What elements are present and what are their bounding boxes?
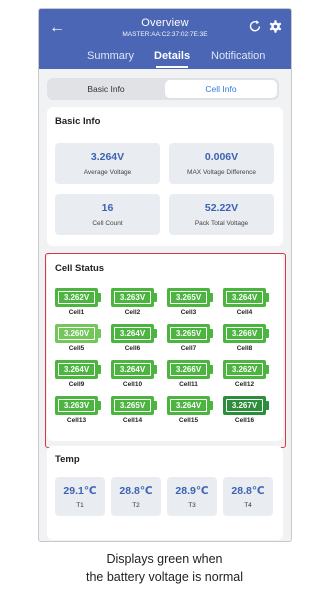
- gear-icon[interactable]: [269, 20, 282, 33]
- average-voltage-stat: 3.264V Average Voltage: [55, 143, 160, 184]
- refresh-icon[interactable]: [248, 19, 262, 33]
- basic-info-title: Basic Info: [55, 116, 101, 127]
- active-tab-indicator: [156, 66, 188, 68]
- temp-label: T1: [76, 502, 84, 509]
- max-voltage-difference-stat: 0.006V MAX Voltage Difference: [169, 143, 274, 184]
- temp-title: Temp: [55, 454, 80, 465]
- temp-value: 28.8℃: [231, 485, 265, 497]
- caption-line-2: the battery voltage is normal: [85, 570, 244, 584]
- segment-basic-info[interactable]: Basic Info: [49, 80, 163, 98]
- temp-sensor-t3: 28.9℃ T3: [167, 477, 217, 516]
- stat-value: 0.006V: [204, 151, 239, 163]
- stat-label: Pack Total Voltage: [194, 220, 249, 227]
- cell-count-stat: 16 Cell Count: [55, 194, 160, 235]
- basic-info-card: Basic Info 3.264V Average Voltage 0.006V…: [47, 107, 283, 246]
- temp-value: 29.1℃: [63, 485, 97, 497]
- temp-value: 28.8℃: [119, 485, 153, 497]
- temp-sensor-t1: 29.1℃ T1: [55, 477, 105, 516]
- stat-label: Average Voltage: [83, 169, 132, 176]
- temp-label: T2: [132, 502, 140, 509]
- stat-value: 52.22V: [204, 202, 239, 214]
- stat-label: MAX Voltage Difference: [187, 169, 256, 176]
- phone-screen: ← Overview MASTER:AA:C2:37:02:7E:3E Summ…: [38, 8, 292, 542]
- temp-card: Temp 29.1℃ T1 28.8℃ T2 28.9℃ T3 28.8℃ T4: [47, 446, 283, 540]
- pack-total-voltage-stat: 52.22V Pack Total Voltage: [169, 194, 274, 235]
- temp-label: T3: [188, 502, 196, 509]
- segment-cell-info[interactable]: Cell Info: [165, 80, 277, 98]
- tab-notification[interactable]: Notification: [211, 50, 265, 62]
- temp-sensor-t2: 28.8℃ T2: [111, 477, 161, 516]
- tab-details[interactable]: Details: [154, 50, 190, 62]
- stat-label: Cell Count: [92, 220, 123, 227]
- app-header: ← Overview MASTER:AA:C2:37:02:7E:3E Summ…: [39, 9, 291, 69]
- caption-line-1: Displays green when: [106, 552, 223, 566]
- cell-status-highlight-frame: [45, 253, 286, 448]
- temp-label: T4: [244, 502, 252, 509]
- temp-value: 28.9℃: [175, 485, 209, 497]
- info-segmented-control: Basic Info Cell Info: [47, 78, 279, 100]
- temp-sensor-t4: 28.8℃ T4: [223, 477, 273, 516]
- tab-summary[interactable]: Summary: [87, 50, 134, 62]
- stat-value: 3.264V: [90, 151, 125, 163]
- stat-value: 16: [101, 202, 114, 214]
